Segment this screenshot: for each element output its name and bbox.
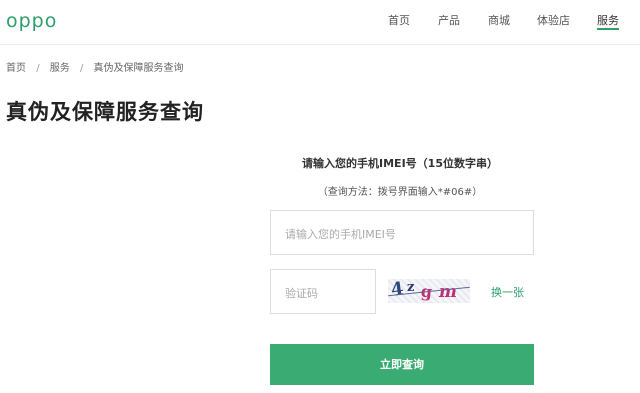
header: oppo 首页 产品 商城 体验店 服务 — [0, 0, 640, 45]
captcha-image[interactable]: 4 z g m — [388, 279, 470, 303]
breadcrumb-separator: / — [36, 63, 40, 74]
breadcrumb: 首页 / 服务 / 真伪及保障服务查询 — [6, 59, 191, 74]
nav-item-service[interactable]: 服务 — [597, 12, 619, 30]
nav-item-products[interactable]: 产品 — [438, 12, 460, 28]
nav-item-experience-store[interactable]: 体验店 — [537, 12, 570, 28]
active-nav-underline — [597, 28, 619, 30]
page-title: 真伪及保障服务查询 — [6, 100, 204, 124]
nav-item-service-label: 服务 — [597, 14, 619, 27]
captcha-char: m — [437, 282, 459, 302]
breadcrumb-separator: / — [79, 63, 84, 74]
breadcrumb-service[interactable]: 服务 — [50, 63, 70, 74]
breadcrumb-home[interactable]: 首页 — [6, 63, 26, 74]
nav-item-home[interactable]: 首页 — [388, 12, 410, 28]
page: oppo 首页 产品 商城 体验店 服务 首页 / 服务 / 真伪及保障服务查询… — [0, 0, 640, 393]
breadcrumb-current: 真伪及保障服务查询 — [93, 63, 184, 74]
imei-input[interactable]: 请输入您的手机IMEI号 — [270, 210, 534, 255]
imei-placeholder: 请输入您的手机IMEI号 — [285, 228, 396, 241]
captcha-char: 4 — [389, 279, 405, 301]
submit-query-button[interactable]: 立即查询 — [270, 344, 534, 385]
imei-prompt: 请输入您的手机IMEI号（15位数字串） — [302, 157, 498, 170]
oppo-logo[interactable]: oppo — [6, 10, 57, 32]
imei-hint: （查询方法：拨号界面输入*#06#） — [317, 187, 483, 198]
nav-item-store[interactable]: 商城 — [488, 12, 510, 28]
captcha-input[interactable]: 验证码 — [270, 269, 376, 314]
captcha-placeholder: 验证码 — [285, 287, 318, 300]
refresh-captcha-link[interactable]: 换一张 — [491, 284, 524, 300]
